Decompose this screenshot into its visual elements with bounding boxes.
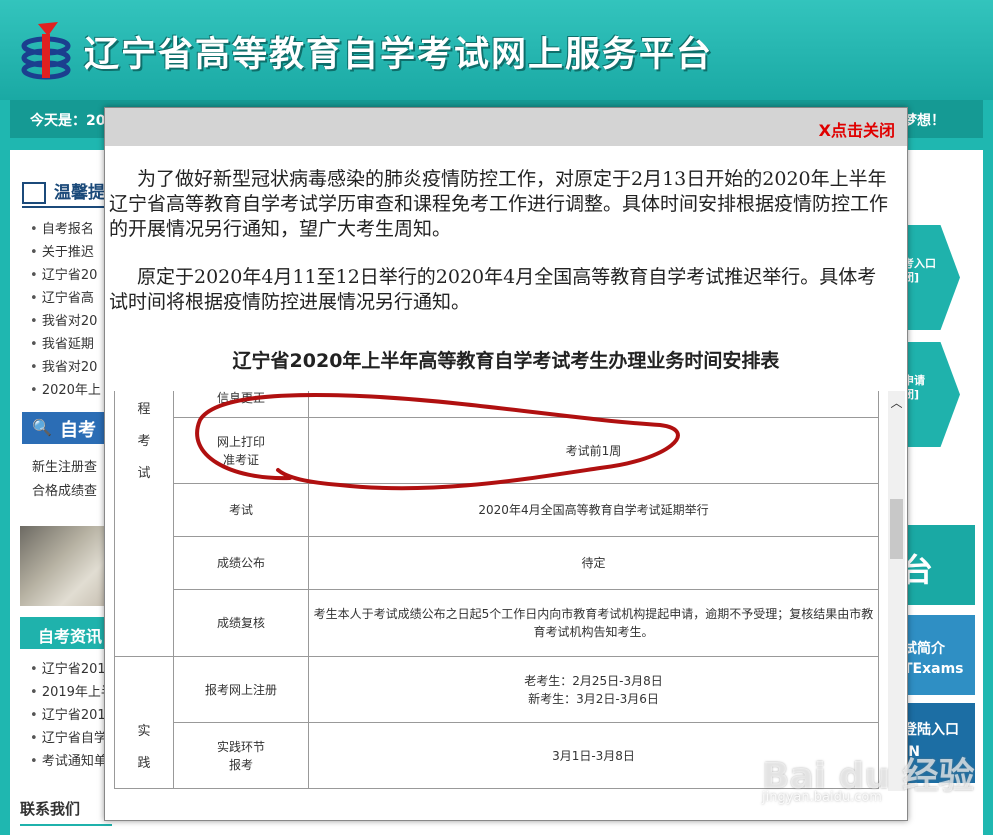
table-item-cell: 信息更正: [173, 391, 309, 418]
schedule-table-title: 辽宁省2020年上半年高等教育自学考试考生办理业务时间安排表: [232, 350, 780, 372]
slogan-text: 梦想！: [903, 113, 945, 129]
baidu-watermark-url: jingyan.baidu.com: [762, 790, 882, 805]
exam-intro-label: 试简介 TExams: [903, 641, 964, 677]
search-icon: 🔍: [32, 418, 52, 437]
table-row: 程 考 试 信息更正: [114, 391, 879, 657]
notice-modal: X点击关闭 为了做好新型冠状病毒感染的肺炎疫情防控工作，对原定于2月13日开始的…: [104, 107, 908, 821]
table-scrollbar[interactable]: ︿: [888, 391, 905, 791]
table-value-cell: [308, 391, 879, 418]
info-section-tab[interactable]: 自考资讯: [20, 617, 112, 649]
divider: [20, 824, 112, 826]
table-row: 实 践 报考网上注册 老考生：2月25日-3月8日 新考生：3月2日-3月6日: [114, 656, 879, 789]
table-value-cell: 考试前1周: [308, 417, 879, 484]
schedule-table: 程 考 试 信息更正 网上打印 准考证 考试前1周 考试 2020年4月全国高等…: [114, 391, 879, 789]
table-value-cell: 考生本人于考试成绩公布之日起5个工作日内向市教育考试机构提起申请，逾期不予受理；…: [308, 589, 879, 657]
notice-paragraph: 为了做好新型冠状病毒感染的肺炎疫情防控工作，对原定于2月13日开始的2020年上…: [109, 168, 889, 240]
table-item-cell: 报考网上注册: [173, 656, 309, 723]
table-category-cell: 实 践: [114, 656, 174, 789]
contact-heading: 联系我们: [20, 800, 81, 818]
table-value-cell: 2020年4月全国高等教育自学考试延期举行: [308, 483, 879, 537]
table-row: 网上打印 准考证 考试前1周: [115, 417, 879, 484]
divider: [22, 206, 117, 208]
search-section-heading: 🔍 自考查: [22, 412, 112, 467]
scroll-up-icon[interactable]: ︿: [888, 391, 905, 415]
site-title: 辽宁省高等教育自学考试网上服务平台: [84, 35, 714, 75]
banner-photo: [20, 526, 112, 606]
schedule-table-viewport: 程 考 试 信息更正 网上打印 准考证 考试前1周 考试 2020年4月全国高等…: [114, 391, 879, 791]
table-item-cell: 网上打印 准考证: [173, 417, 309, 484]
notice-section-heading: 温馨提: [22, 178, 105, 204]
query-links: 新生注册查 合格成绩查: [32, 456, 97, 504]
notice-paragraph: 原定于2020年4月11至12日举行的2020年4月全国高等教育自学考试推迟举行…: [109, 266, 877, 313]
table-row: 成绩公布 待定: [115, 536, 879, 590]
date-label: 今天是：20: [30, 113, 106, 129]
modal-close-button[interactable]: X点击关闭: [819, 117, 895, 141]
table-item-cell: 考试: [173, 483, 309, 537]
site-header: 辽宁省高等教育自学考试网上服务平台: [0, 0, 993, 100]
table-row: 考试 2020年4月全国高等教育自学考试延期举行: [115, 483, 879, 537]
table-value-cell: 老考生：2月25日-3月8日 新考生：3月2日-3月6日: [308, 656, 879, 723]
scrollbar-thumb[interactable]: [890, 499, 903, 559]
table-item-cell: 实践环节 报考: [173, 722, 309, 789]
table-category-cell: 程 考 试: [114, 391, 174, 657]
notice-icon: [22, 182, 46, 204]
table-value-cell: 待定: [308, 536, 879, 590]
new-student-query-link[interactable]: 新生注册查: [32, 456, 97, 480]
table-item-cell: 成绩复核: [173, 589, 309, 657]
modal-header: X点击关闭: [105, 108, 907, 146]
site-logo-icon: [21, 22, 71, 80]
score-query-link[interactable]: 合格成绩查: [32, 480, 97, 504]
table-row: 成绩复核 考生本人于考试成绩公布之日起5个工作日内向市教育考试机构提起申请，逾期…: [115, 589, 879, 657]
table-item-cell: 成绩公布: [173, 536, 309, 590]
